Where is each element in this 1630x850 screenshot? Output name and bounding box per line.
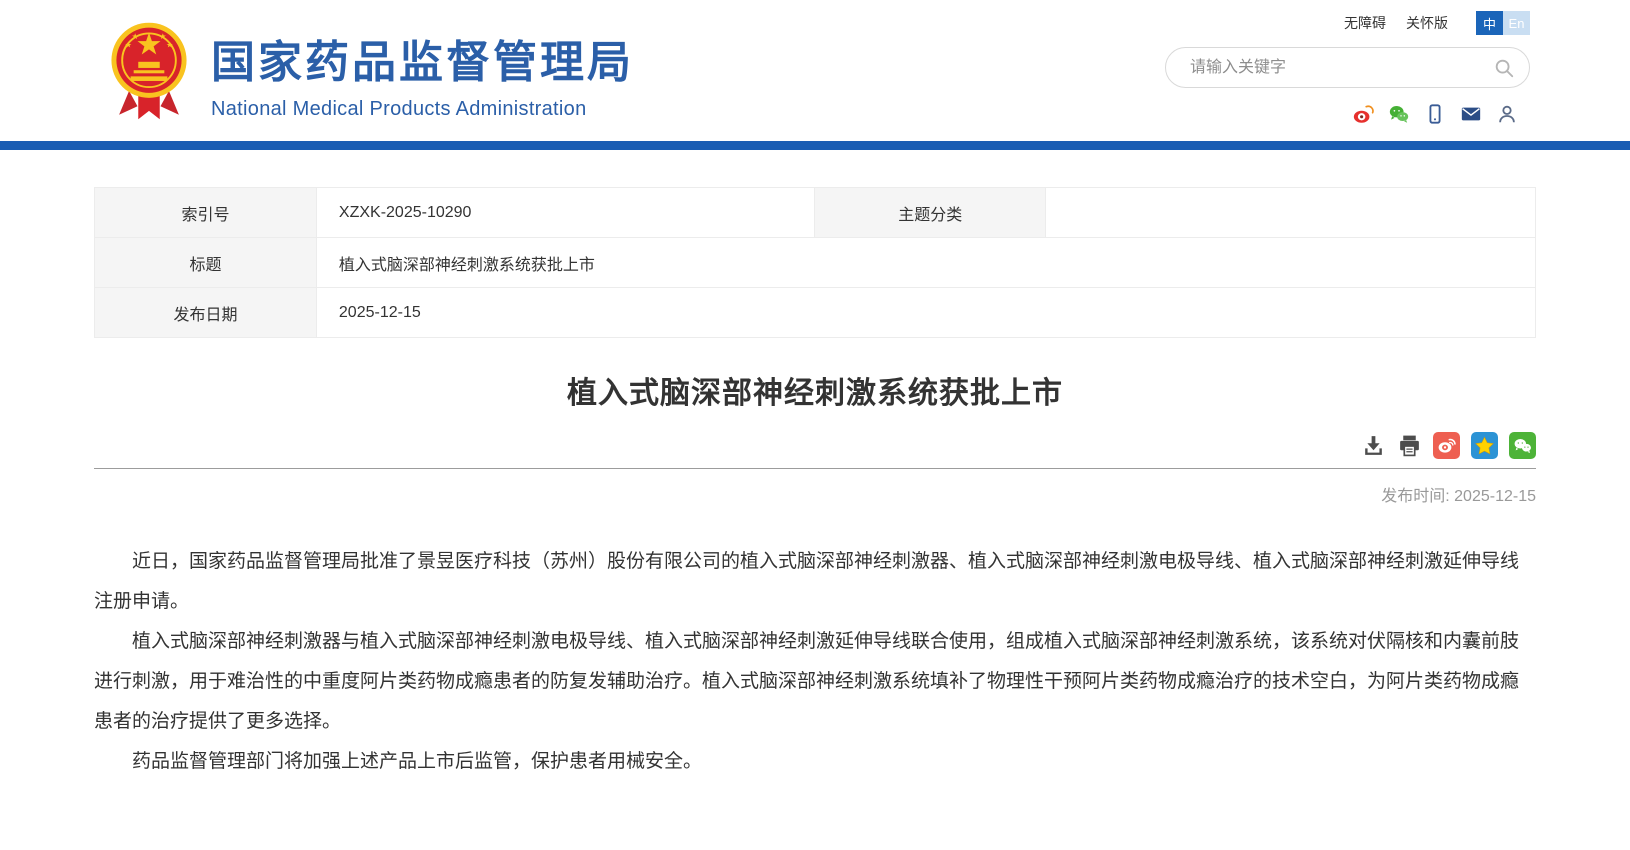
article-body: 近日，国家药品监督管理局批准了景昱医疗科技（苏州）股份有限公司的植入式脑深部神经… (94, 542, 1536, 782)
search-box (1165, 47, 1530, 88)
meta-value-index-number: XZXK-2025-10290 (316, 188, 815, 238)
download-icon[interactable] (1361, 433, 1386, 458)
page: 国家药品监督管理局 National Medical Products Admi… (0, 0, 1630, 850)
share-wechat-icon[interactable] (1509, 432, 1536, 459)
meta-label-publish-date: 发布日期 (95, 288, 317, 338)
user-icon[interactable] (1496, 103, 1518, 125)
weibo-icon[interactable] (1352, 103, 1374, 125)
publish-time-value: 2025-12-15 (1454, 488, 1536, 505)
meta-value-topic-category (1046, 188, 1536, 238)
meta-label-title: 标题 (95, 238, 317, 288)
header-right: 无障碍 关怀版 中 En (1165, 0, 1530, 141)
language-toggle: 中 En (1476, 11, 1530, 35)
search-icon[interactable] (1493, 57, 1515, 79)
email-icon[interactable] (1460, 103, 1482, 125)
header-divider-bar (0, 141, 1630, 150)
meta-value-title: 植入式脑深部神经刺激系统获批上市 (316, 238, 1535, 288)
table-row: 标题 植入式脑深部神经刺激系统获批上市 (95, 238, 1536, 288)
table-row: 发布日期 2025-12-15 (95, 288, 1536, 338)
share-weibo-icon[interactable] (1433, 432, 1460, 459)
content-area: 索引号 XZXK-2025-10290 主题分类 标题 植入式脑深部神经刺激系统… (94, 187, 1536, 782)
site-title-cn: 国家药品监督管理局 (211, 26, 634, 90)
national-emblem-icon (103, 20, 195, 127)
care-mode-link[interactable]: 关怀版 (1406, 13, 1448, 33)
search-input[interactable] (1188, 58, 1493, 78)
share-qzone-icon[interactable] (1471, 432, 1498, 459)
article-paragraph-2: 植入式脑深部神经刺激器与植入式脑深部神经刺激电极导线、植入式脑深部神经刺激延伸导… (94, 622, 1536, 742)
top-links: 无障碍 关怀版 中 En (1324, 11, 1530, 35)
article-paragraph-1: 近日，国家药品监督管理局批准了景昱医疗科技（苏州）股份有限公司的植入式脑深部神经… (94, 542, 1536, 622)
lang-tab-chinese[interactable]: 中 (1476, 11, 1503, 35)
accessibility-link[interactable]: 无障碍 (1344, 13, 1386, 33)
site-title-en: National Medical Products Administration (211, 98, 634, 121)
article-toolbar (94, 432, 1536, 459)
article-paragraph-3: 药品监督管理部门将加强上述产品上市后监管，保护患者用械安全。 (94, 742, 1536, 782)
site-header: 国家药品监督管理局 National Medical Products Admi… (0, 0, 1630, 141)
meta-label-index-number: 索引号 (95, 188, 317, 238)
divider (94, 468, 1536, 469)
site-logo[interactable]: 国家药品监督管理局 National Medical Products Admi… (103, 6, 634, 141)
document-meta-table: 索引号 XZXK-2025-10290 主题分类 标题 植入式脑深部神经刺激系统… (94, 187, 1536, 338)
meta-label-topic-category: 主题分类 (815, 188, 1046, 238)
wechat-icon[interactable] (1388, 103, 1410, 125)
mobile-icon[interactable] (1424, 103, 1446, 125)
table-row: 索引号 XZXK-2025-10290 主题分类 (95, 188, 1536, 238)
meta-value-publish-date: 2025-12-15 (316, 288, 1535, 338)
social-links (1352, 103, 1518, 125)
lang-tab-english[interactable]: En (1503, 11, 1530, 35)
publish-time-label: 发布时间: (1381, 488, 1449, 505)
article-title: 植入式脑深部神经刺激系统获批上市 (94, 368, 1536, 412)
print-icon[interactable] (1397, 433, 1422, 458)
publish-time: 发布时间: 2025-12-15 (94, 482, 1536, 506)
